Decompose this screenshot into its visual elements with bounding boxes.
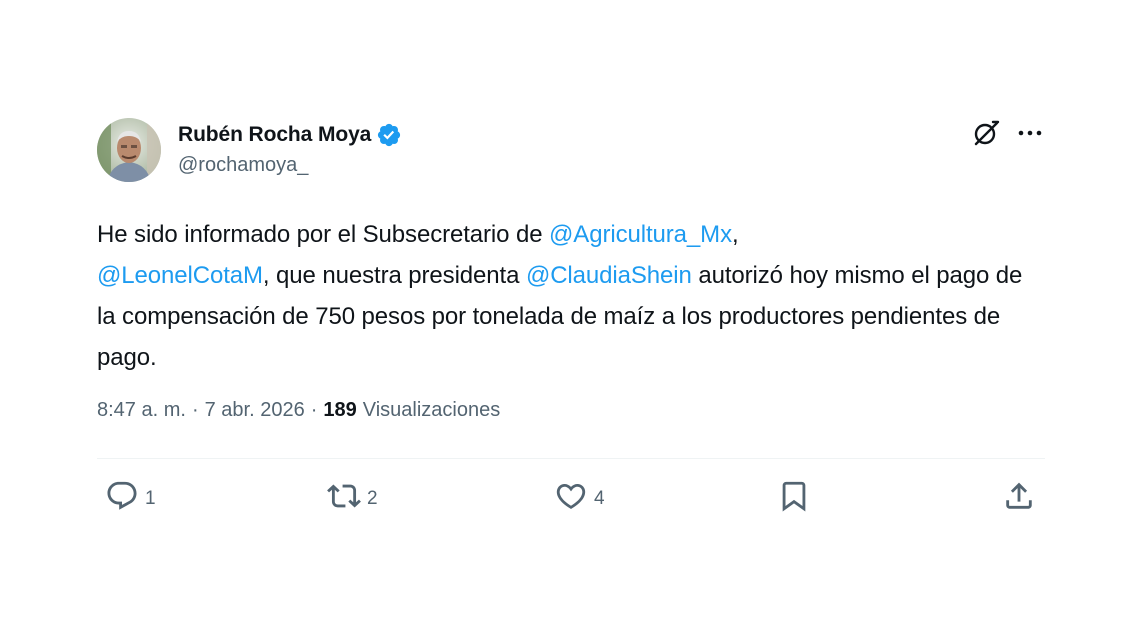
mention-link[interactable]: @LeonelCotaM	[97, 262, 263, 289]
tweet-time[interactable]: 8:47 a. m.	[97, 399, 186, 422]
author-names: Rubén Rocha Moya @rochamoya_	[178, 120, 402, 177]
tweet-date[interactable]: 7 abr. 2026	[205, 399, 305, 422]
display-name-row: Rubén Rocha Moya	[178, 120, 402, 150]
tweet-meta: 8:47 a. m. · 7 abr. 2026 · 189 Visualiza…	[97, 395, 1045, 425]
like-icon	[554, 479, 588, 519]
reply-count: 1	[145, 488, 156, 509]
mention-link[interactable]: @Agricultura_Mx	[549, 221, 732, 248]
tweet-text-segment: ,	[731, 221, 739, 248]
repost-count: 2	[367, 488, 378, 509]
like-button[interactable]: 4	[554, 479, 605, 519]
share-button[interactable]	[1002, 479, 1036, 519]
share-icon	[1002, 479, 1036, 519]
grok-icon[interactable]	[971, 118, 1001, 148]
tweet-text: He sido informado por el Subsecretario d…	[97, 214, 1045, 378]
repost-icon	[327, 479, 361, 519]
header-actions	[971, 118, 1045, 148]
meta-separator: ·	[310, 398, 318, 421]
tweet-text-segment: , que nuestra presidenta	[262, 262, 526, 289]
more-icon[interactable]	[1015, 118, 1045, 148]
avatar[interactable]	[97, 118, 161, 182]
repost-button[interactable]: 2	[327, 479, 378, 519]
action-bar: 1 2 4	[97, 459, 1045, 539]
bookmark-icon	[777, 479, 811, 519]
reply-icon	[105, 479, 139, 519]
author-display-name[interactable]: Rubén Rocha Moya	[178, 123, 371, 147]
mention-link[interactable]: @ClaudiaShein	[526, 262, 692, 289]
views-count: 189	[323, 398, 357, 421]
like-count: 4	[594, 488, 605, 509]
tweet-card: Rubén Rocha Moya @rochamoya_ He sido inf…	[97, 114, 1045, 539]
reply-button[interactable]: 1	[105, 479, 156, 519]
tweet-text-segment: He sido informado por el Subsecretario d…	[97, 221, 550, 248]
views-label: Visualizaciones	[362, 398, 501, 421]
verified-badge-icon[interactable]	[376, 122, 402, 148]
tweet-header: Rubén Rocha Moya @rochamoya_	[97, 114, 1045, 188]
meta-separator: ·	[191, 398, 199, 421]
bookmark-button[interactable]	[777, 479, 811, 519]
author-handle[interactable]: @rochamoya_	[178, 154, 402, 177]
